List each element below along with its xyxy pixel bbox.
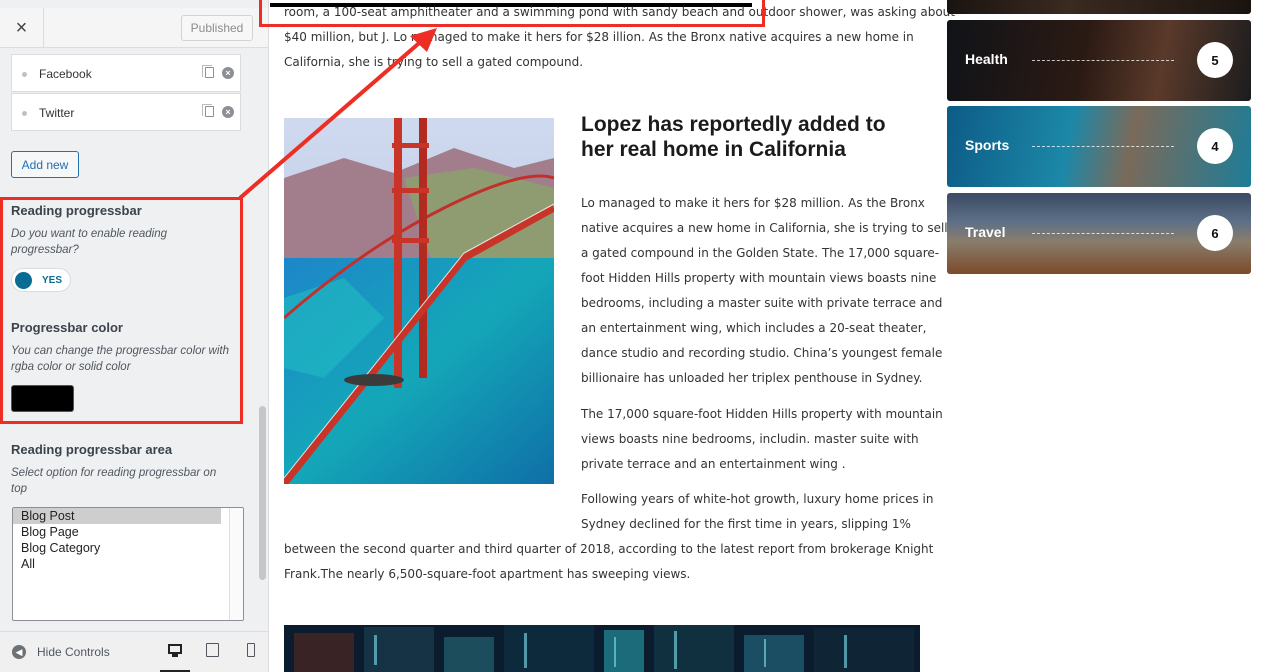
customizer-header: × Published	[0, 8, 268, 48]
close-button[interactable]: ×	[0, 8, 44, 48]
paragraph-line: between the second quarter and third qua…	[284, 542, 934, 556]
article-title: Lopez has reportedly added to her real h…	[581, 113, 886, 161]
drag-handle-icon[interactable]	[22, 72, 27, 77]
category-divider	[1032, 146, 1174, 147]
collapse-icon: ◀	[12, 645, 26, 659]
progressbar-area-description: Select option for reading progressbar on…	[11, 467, 217, 495]
paragraph-line: a gated compound in the Golden State. Th…	[581, 246, 940, 260]
drag-handle-icon[interactable]	[22, 111, 27, 116]
intro-line: California, she is trying to sell a gate…	[284, 55, 584, 69]
list-item[interactable]: Facebook ×	[11, 54, 241, 92]
paragraph-line: Sydney declined for the first time in ye…	[581, 517, 911, 531]
category-label: Sports	[965, 137, 1010, 153]
category-label: Travel	[965, 224, 1006, 240]
remove-icon[interactable]: ×	[222, 67, 234, 79]
hide-controls-label: Hide Controls	[37, 645, 110, 659]
select-option[interactable]: Blog Category	[13, 540, 243, 556]
progressbar-area-select[interactable]: Blog Post Blog Page Blog Category All	[12, 507, 244, 621]
paragraph-line: Lo managed to make it hers for $28 milli…	[581, 196, 925, 210]
paragraph-line: private terrace and an entertainment win…	[581, 457, 846, 471]
paragraph-line: billionaire has unloaded her triplex pen…	[581, 371, 923, 385]
paragraph-line: an entertainment wing, which includes a …	[581, 321, 927, 335]
golden-gate-bridge-image	[284, 118, 554, 484]
progressbar-area-title: Reading progressbar area	[11, 442, 173, 457]
intro-line: $40 million, but J. Lo managed to make i…	[284, 30, 914, 44]
add-new-button[interactable]: Add new	[11, 151, 79, 178]
category-label: Health	[965, 51, 1008, 67]
highlight-box	[0, 197, 243, 424]
social-links-list: Facebook × Twitter ×	[11, 54, 241, 132]
paragraph-line: Following years of white-hot growth, lux…	[581, 492, 934, 506]
city-skyline-image	[284, 625, 920, 672]
select-scrollbar[interactable]	[229, 508, 243, 620]
list-item[interactable]: Twitter ×	[11, 93, 241, 131]
category-card-sports[interactable]: Sports 4	[947, 106, 1251, 187]
category-card-travel[interactable]: Travel 6	[947, 193, 1251, 274]
paragraph-line: Frank.The nearly 6,500-square-foot apart…	[284, 567, 691, 581]
mobile-icon[interactable]	[244, 642, 260, 658]
hide-controls-button[interactable]: ◀ Hide Controls	[12, 645, 110, 659]
paragraph-line: dance studio and recording studio. China…	[581, 346, 943, 360]
select-option[interactable]: Blog Page	[13, 524, 243, 540]
paragraph-line: bedrooms, including a master suite with …	[581, 296, 943, 310]
social-item-label: Twitter	[39, 106, 75, 120]
category-card-partial[interactable]	[947, 0, 1251, 14]
highlight-box	[259, 0, 765, 27]
remove-icon[interactable]: ×	[222, 106, 234, 118]
paragraph-line: views boasts nine bedrooms, includin. ma…	[581, 432, 919, 446]
category-count-badge: 6	[1197, 215, 1233, 251]
category-count-badge: 4	[1197, 128, 1233, 164]
customizer-footer: ◀ Hide Controls	[0, 631, 268, 672]
desktop-icon[interactable]	[167, 642, 183, 658]
publish-button[interactable]: Published	[181, 15, 253, 41]
select-option[interactable]: All	[13, 556, 243, 572]
copy-icon[interactable]	[202, 104, 214, 117]
category-divider	[1032, 60, 1174, 61]
category-card-health[interactable]: Health 5	[947, 20, 1251, 101]
social-item-label: Facebook	[39, 67, 92, 81]
sidebar-scrollbar[interactable]	[259, 406, 266, 580]
copy-icon[interactable]	[202, 65, 214, 78]
paragraph-line: native acquires a new home in California…	[581, 221, 948, 235]
tablet-icon[interactable]	[205, 642, 221, 658]
select-option[interactable]: Blog Post	[13, 508, 221, 524]
category-count-badge: 5	[1197, 42, 1233, 78]
category-divider	[1032, 233, 1174, 234]
paragraph-line: foot Hidden Hills property with mountain…	[581, 271, 937, 285]
paragraph-line: The 17,000 square-foot Hidden Hills prop…	[581, 407, 943, 421]
